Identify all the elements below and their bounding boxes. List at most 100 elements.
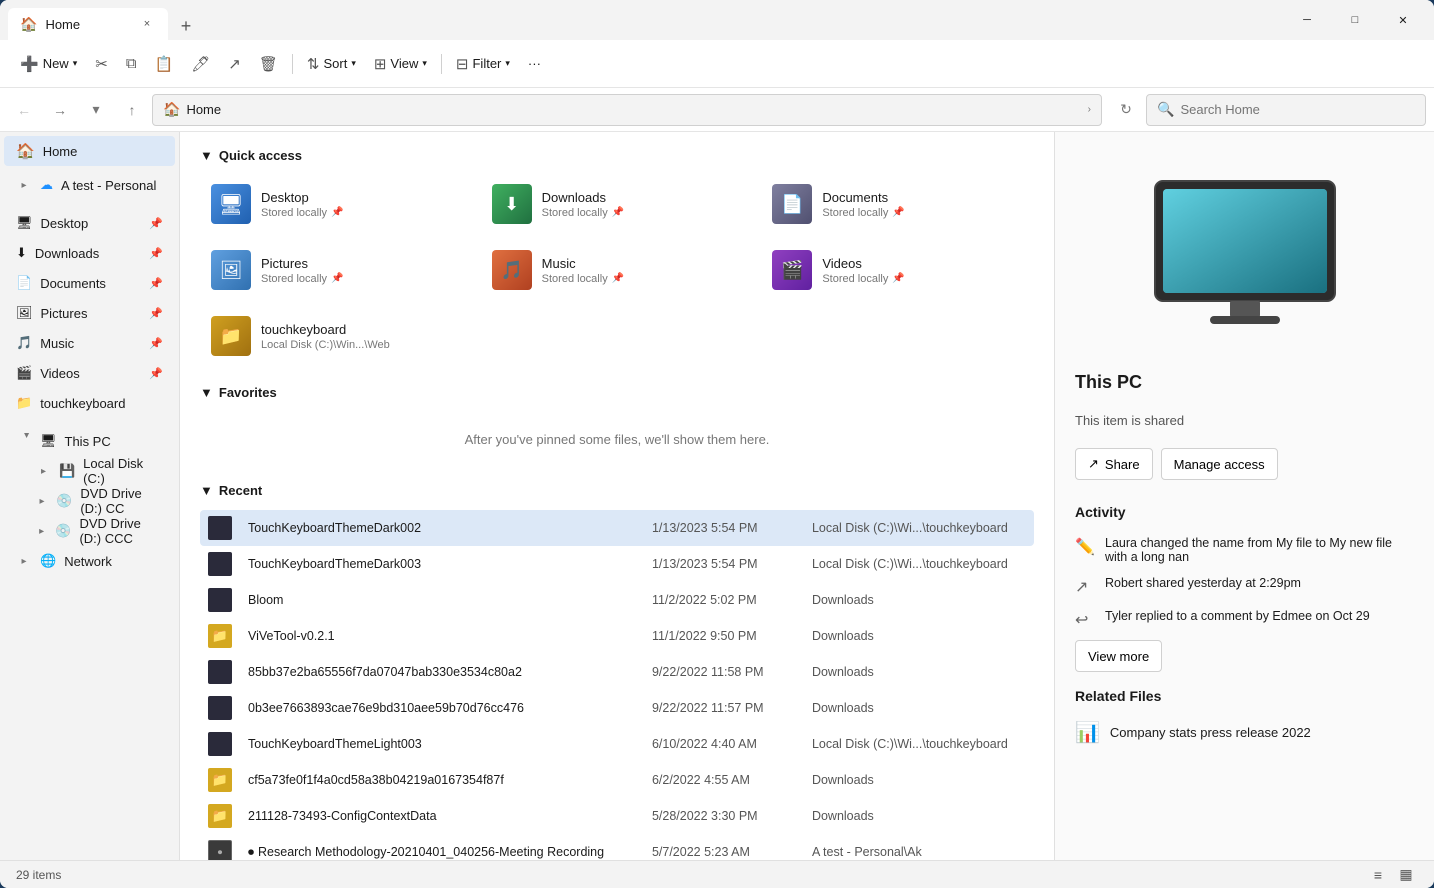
cut-button[interactable]: ✂ — [87, 47, 116, 81]
sort-label: Sort — [323, 56, 347, 71]
sidebar-item-downloads[interactable]: ⬇ Downloads 📌 — [4, 238, 175, 268]
recent-header[interactable]: ▼ Recent — [200, 483, 1034, 498]
search-box[interactable]: 🔍 — [1146, 94, 1426, 126]
sidebar-item-dvd-cc[interactable]: ▸ 💿 DVD Drive (D:) CC — [4, 486, 175, 516]
new-icon: ➕ — [20, 55, 39, 73]
table-row[interactable]: 📁 cf5a73fe0f1f4a0cd58a38b04219a0167354f8… — [200, 762, 1034, 798]
qa-downloads-sub: Stored locally 📌 — [542, 207, 625, 219]
sidebar-home-label: Home — [43, 144, 78, 159]
qa-item-downloads[interactable]: ⬇ Downloads Stored locally 📌 — [481, 175, 754, 233]
titlebar-controls: ─ □ ✕ — [1284, 4, 1426, 36]
new-button[interactable]: ➕ New ▾ — [12, 47, 85, 81]
share-button[interactable]: ↗ — [220, 47, 249, 81]
qa-item-touchkeyboard[interactable]: 📁 touchkeyboard Local Disk (C:)\Win...\W… — [200, 307, 473, 365]
copy-icon: ⧉ — [126, 55, 137, 72]
copy-button[interactable]: ⧉ — [118, 47, 145, 81]
address-box[interactable]: 🏠 Home › — [152, 94, 1102, 126]
minimize-button[interactable]: ─ — [1284, 4, 1330, 36]
sort-button[interactable]: ⇅ Sort ▾ — [299, 47, 364, 81]
local-disk-expander-icon: ▸ — [36, 463, 51, 479]
pictures-icon: 🖼 — [16, 305, 33, 321]
touchkeyboard-icon: 📁 — [16, 395, 32, 411]
view-button[interactable]: ⊞ View ▾ — [366, 47, 435, 81]
grid-view-button[interactable]: ▦ — [1394, 863, 1418, 887]
table-row[interactable]: 📁 211128-73493-ConfigContextData 5/28/20… — [200, 798, 1034, 834]
recent-file-date: 1/13/2023 5:54 PM — [644, 510, 804, 546]
sidebar-item-music[interactable]: 🎵 Music 📌 — [4, 328, 175, 358]
recent-file-name: Bloom — [240, 582, 644, 618]
paste-button[interactable]: 📋 — [147, 47, 182, 81]
tab-home[interactable]: 🏠 Home × — [8, 8, 168, 40]
recent-file-location: A test - Personal\Ak — [804, 834, 1034, 860]
quick-access-header[interactable]: ▼ Quick access — [200, 148, 1034, 163]
delete-button[interactable]: 🗑 — [251, 47, 286, 81]
recent-file-location: Local Disk (C:)\Wi...\touchkeyboard — [804, 546, 1034, 582]
related-file-name-0: Company stats press release 2022 — [1110, 725, 1311, 740]
table-row[interactable]: ⏺ ⏺Research Methodology-20210401_040256-… — [200, 834, 1034, 860]
table-row[interactable]: Bloom 11/2/2022 5:02 PM Downloads — [200, 582, 1034, 618]
qa-item-music[interactable]: 🎵 Music Stored locally 📌 — [481, 241, 754, 299]
rename-button[interactable]: 🖊 — [183, 47, 218, 81]
recent-file-location: Downloads — [804, 618, 1034, 654]
activity-reply-icon: ↩ — [1075, 610, 1095, 630]
recent-file-icon: 📁 — [200, 762, 240, 798]
up-button[interactable]: ↑ — [116, 94, 148, 126]
table-row[interactable]: 📁 ViVeTool-v0.2.1 11/1/2022 9:50 PM Down… — [200, 618, 1034, 654]
sidebar-item-local-disk[interactable]: ▸ 💾 Local Disk (C:) — [4, 456, 175, 486]
this-pc-preview-icon — [1145, 176, 1345, 336]
more-button[interactable]: ··· — [520, 47, 549, 81]
tab-close-button[interactable]: × — [138, 15, 156, 33]
recent-file-date: 6/10/2022 4:40 AM — [644, 726, 804, 762]
recent-file-name: 0b3ee7663893cae76e9bd310aee59b70d76cc476 — [240, 690, 644, 726]
qa-documents-sub: Stored locally 📌 — [822, 207, 905, 219]
view-more-button[interactable]: View more — [1075, 640, 1162, 672]
qa-item-pictures[interactable]: 🖼 Pictures Stored locally 📌 — [200, 241, 473, 299]
maximize-button[interactable]: □ — [1332, 4, 1378, 36]
recent-locations-button[interactable]: ▾ — [80, 94, 112, 126]
sidebar-item-desktop[interactable]: 🖥 Desktop 📌 — [4, 208, 175, 238]
new-tab-button[interactable]: + — [172, 12, 200, 40]
refresh-button[interactable]: ↻ — [1110, 94, 1142, 126]
sidebar-item-network[interactable]: ▸ 🌐 Network — [4, 546, 175, 576]
qa-item-desktop[interactable]: 🖥 Desktop Stored locally 📌 — [200, 175, 473, 233]
filter-button[interactable]: ⊟ Filter ▾ — [448, 47, 518, 81]
list-view-button[interactable]: ≡ — [1366, 863, 1390, 887]
table-row[interactable]: TouchKeyboardThemeLight003 6/10/2022 4:4… — [200, 726, 1034, 762]
back-button[interactable]: ← — [8, 94, 40, 126]
sidebar-item-a-test[interactable]: ▸ ☁ A test - Personal — [4, 170, 175, 200]
recent-file-icon — [200, 546, 240, 582]
qa-item-documents[interactable]: 📄 Documents Stored locally 📌 — [761, 175, 1034, 233]
search-input[interactable] — [1180, 102, 1415, 117]
table-row[interactable]: TouchKeyboardThemeDark003 1/13/2023 5:54… — [200, 546, 1034, 582]
qa-videos-sub: Stored locally 📌 — [822, 273, 905, 285]
documents-pin-icon: 📌 — [149, 277, 163, 290]
manage-access-button[interactable]: Manage access — [1161, 448, 1278, 480]
table-row[interactable]: 0b3ee7663893cae76e9bd310aee59b70d76cc476… — [200, 690, 1034, 726]
close-button[interactable]: ✕ — [1380, 4, 1426, 36]
qa-touchkeyboard-sublabel: Local Disk (C:)\Win...\Web — [261, 339, 390, 351]
activity-share-icon: ↗ — [1075, 577, 1095, 597]
share-panel-button[interactable]: ↗ Share — [1075, 448, 1153, 480]
sidebar-item-this-pc[interactable]: ▸ 🖥 This PC — [4, 426, 175, 456]
statusbar-view-controls: ≡ ▦ — [1366, 863, 1418, 887]
activity-item-1: ↗ Robert shared yesterday at 2:29pm — [1075, 570, 1414, 603]
forward-button[interactable]: → — [44, 94, 76, 126]
qa-documents-name: Documents — [822, 190, 905, 205]
sidebar-item-dvd-ccc[interactable]: ▸ 💿 DVD Drive (D:) CCC — [4, 516, 175, 546]
favorites-header[interactable]: ▼ Favorites — [200, 385, 1034, 400]
manage-access-label: Manage access — [1174, 457, 1265, 472]
sidebar-item-documents[interactable]: 📄 Documents 📌 — [4, 268, 175, 298]
recent-file-icon — [200, 654, 240, 690]
sidebar-item-home[interactable]: 🏠 Home — [4, 136, 175, 166]
rename-icon: 🖊 — [191, 55, 210, 73]
recent-file-date: 5/28/2022 3:30 PM — [644, 798, 804, 834]
sidebar-item-videos[interactable]: 🎬 Videos 📌 — [4, 358, 175, 388]
sidebar-item-pictures[interactable]: 🖼 Pictures 📌 — [4, 298, 175, 328]
sidebar-item-touchkeyboard[interactable]: 📁 touchkeyboard — [4, 388, 175, 418]
qa-item-videos[interactable]: 🎬 Videos Stored locally 📌 — [761, 241, 1034, 299]
table-row[interactable]: 85bb37e2ba65556f7da07047bab330e3534c80a2… — [200, 654, 1034, 690]
recent-file-icon — [200, 510, 240, 546]
activity-title: Activity — [1075, 504, 1414, 520]
related-file-item-0[interactable]: 📊 Company stats press release 2022 — [1075, 714, 1414, 751]
table-row[interactable]: TouchKeyboardThemeDark002 1/13/2023 5:54… — [200, 510, 1034, 546]
